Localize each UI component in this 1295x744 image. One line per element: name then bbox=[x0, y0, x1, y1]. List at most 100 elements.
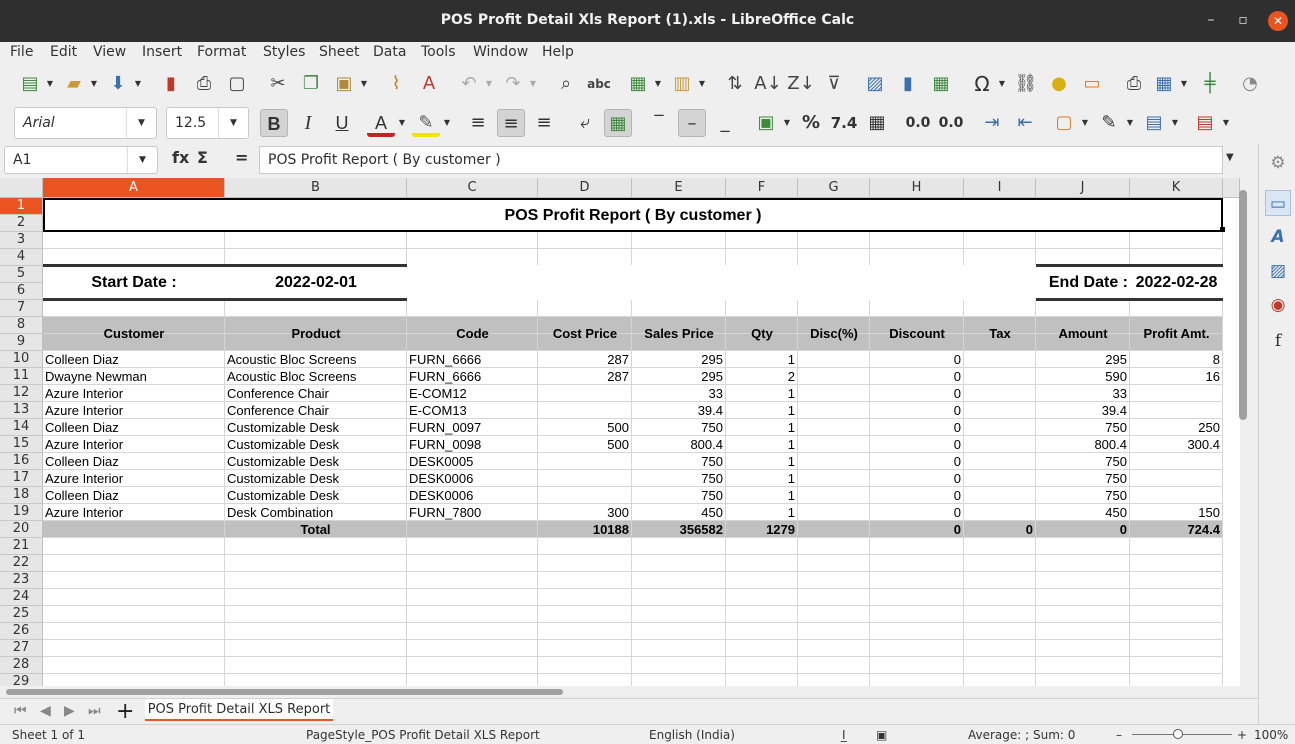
table-cell[interactable]: Conference Chair bbox=[225, 385, 406, 402]
functions-icon[interactable]: f bbox=[1265, 328, 1291, 354]
table-cell[interactable] bbox=[538, 402, 631, 419]
menu-styles[interactable]: Styles bbox=[263, 44, 305, 60]
table-cell[interactable]: 295 bbox=[632, 351, 725, 368]
table-cell[interactable]: FURN_7800 bbox=[407, 504, 537, 521]
first-sheet-icon[interactable]: ⏮ bbox=[14, 703, 27, 719]
total-cell[interactable] bbox=[407, 521, 537, 538]
row-header-21[interactable]: 21 bbox=[0, 538, 43, 555]
table-cell[interactable]: 450 bbox=[632, 504, 725, 521]
font-name-box[interactable]: Arial ▼ bbox=[14, 107, 157, 139]
table-cell[interactable] bbox=[1130, 453, 1222, 470]
row-header-18[interactable]: 18 bbox=[0, 487, 43, 504]
row-header-7[interactable]: 7 bbox=[0, 300, 43, 317]
total-cell[interactable]: 356582 bbox=[632, 521, 725, 538]
table-cell[interactable]: 39.4 bbox=[1036, 402, 1129, 419]
table-cell[interactable]: Azure Interior bbox=[43, 402, 224, 419]
table-cell[interactable] bbox=[798, 351, 869, 368]
column-header-d[interactable]: D bbox=[538, 178, 632, 198]
wrap-text-icon[interactable]: ⤶ bbox=[571, 109, 599, 137]
table-cell[interactable] bbox=[1130, 470, 1222, 487]
table-cell[interactable]: 1 bbox=[726, 487, 797, 504]
menu-format[interactable]: Format bbox=[197, 44, 246, 60]
table-cell[interactable]: Acoustic Bloc Screens bbox=[225, 351, 406, 368]
table-cell[interactable]: Colleen Diaz bbox=[43, 487, 224, 504]
table-cell[interactable]: 287 bbox=[538, 368, 631, 385]
clone-formatting-icon[interactable]: ⌇ bbox=[382, 70, 410, 98]
sum-icon[interactable]: Σ bbox=[197, 148, 208, 167]
table-cell[interactable] bbox=[538, 453, 631, 470]
headers-footers-icon[interactable]: ▭ bbox=[1078, 70, 1106, 98]
table-cell[interactable]: 16 bbox=[1130, 368, 1222, 385]
menu-data[interactable]: Data bbox=[373, 44, 406, 60]
chevron-down-icon[interactable]: ▼ bbox=[1080, 109, 1090, 137]
border-style-icon[interactable]: ✎ bbox=[1095, 109, 1123, 137]
table-cell[interactable] bbox=[964, 351, 1035, 368]
formula-input[interactable]: POS Profit Report ( By customer ) bbox=[259, 146, 1223, 174]
column-header-k[interactable]: K bbox=[1130, 178, 1223, 198]
row-icon[interactable]: ▦ bbox=[624, 70, 652, 98]
table-cell[interactable] bbox=[798, 436, 869, 453]
table-cell[interactable] bbox=[1130, 385, 1222, 402]
gallery-icon[interactable]: ▨ bbox=[1265, 258, 1291, 284]
clear-formatting-icon[interactable]: A bbox=[415, 70, 443, 98]
table-cell[interactable] bbox=[798, 368, 869, 385]
bold-icon[interactable]: B bbox=[260, 109, 288, 137]
name-box[interactable]: A1 ▼ bbox=[4, 146, 158, 174]
table-cell[interactable]: 750 bbox=[1036, 487, 1129, 504]
sheet-tab[interactable]: POS Profit Detail XLS Report bbox=[145, 699, 333, 721]
table-cell[interactable] bbox=[538, 470, 631, 487]
menu-tools[interactable]: Tools bbox=[421, 44, 456, 60]
date-format-icon[interactable]: ▦ bbox=[863, 109, 891, 137]
sort-ascending-icon[interactable]: A↓ bbox=[754, 70, 782, 98]
column-header-g[interactable]: G bbox=[798, 178, 870, 198]
last-sheet-icon[interactable]: ⏭ bbox=[88, 703, 101, 719]
align-middle-icon[interactable]: – bbox=[678, 109, 706, 137]
table-cell[interactable]: Colleen Diaz bbox=[43, 419, 224, 436]
chevron-down-icon[interactable]: ▼ bbox=[782, 109, 792, 137]
insert-chart-icon[interactable]: ▮ bbox=[894, 70, 922, 98]
chevron-down-icon[interactable]: ▼ bbox=[528, 70, 538, 98]
horizontal-scroll-thumb[interactable] bbox=[6, 689, 563, 695]
chevron-down-icon[interactable]: ▼ bbox=[697, 70, 707, 98]
number-format-icon[interactable]: 7.4 bbox=[830, 109, 858, 137]
table-cell[interactable]: 295 bbox=[1036, 351, 1129, 368]
row-header-5[interactable]: 5 bbox=[0, 266, 43, 283]
table-cell[interactable]: 0 bbox=[870, 385, 963, 402]
chevron-down-icon[interactable]: ▼ bbox=[653, 70, 663, 98]
table-cell[interactable] bbox=[964, 436, 1035, 453]
table-cell[interactable]: 500 bbox=[538, 419, 631, 436]
row-header-11[interactable]: 11 bbox=[0, 368, 43, 385]
chevron-down-icon[interactable]: ▼ bbox=[127, 147, 157, 173]
table-cell[interactable]: 0 bbox=[870, 487, 963, 504]
insert-mode-icon[interactable]: I̲ bbox=[842, 728, 846, 742]
spreadsheet-grid[interactable]: A B C D E F G H I J K 1 2 3 4 5 6 7 8 9 10 11 12 13 14 15 16 17 18 19… bbox=[0, 178, 1240, 686]
column-header-i[interactable]: I bbox=[964, 178, 1036, 198]
table-cell[interactable]: 750 bbox=[632, 470, 725, 487]
copy-icon[interactable]: ❐ bbox=[297, 70, 325, 98]
table-cell[interactable]: 1 bbox=[726, 436, 797, 453]
table-cell[interactable]: Azure Interior bbox=[43, 385, 224, 402]
table-cell[interactable]: FURN_0098 bbox=[407, 436, 537, 453]
add-decimal-icon[interactable]: 0.0 bbox=[904, 109, 932, 137]
chevron-down-icon[interactable]: ▼ bbox=[1125, 109, 1135, 137]
row-header-24[interactable]: 24 bbox=[0, 589, 43, 606]
select-all-corner[interactable] bbox=[0, 178, 43, 198]
menu-insert[interactable]: Insert bbox=[142, 44, 182, 60]
table-cell[interactable]: 0 bbox=[870, 504, 963, 521]
row-header-23[interactable]: 23 bbox=[0, 572, 43, 589]
table-cell[interactable]: Colleen Diaz bbox=[43, 351, 224, 368]
table-cell[interactable]: 300.4 bbox=[1130, 436, 1222, 453]
increase-indent-icon[interactable]: ⇥ bbox=[978, 109, 1006, 137]
next-sheet-icon[interactable]: ▶ bbox=[64, 703, 75, 719]
chevron-down-icon[interactable]: ▼ bbox=[133, 70, 143, 98]
table-cell[interactable] bbox=[964, 419, 1035, 436]
table-cell[interactable]: 33 bbox=[1036, 385, 1129, 402]
language[interactable]: English (India) bbox=[649, 728, 735, 742]
row-header-2[interactable]: 2 bbox=[0, 215, 43, 232]
define-print-area-icon[interactable]: ⎙ bbox=[1120, 70, 1148, 98]
borders-icon[interactable]: ▢ bbox=[1050, 109, 1078, 137]
table-cell[interactable]: 150 bbox=[1130, 504, 1222, 521]
underline-icon[interactable]: U bbox=[328, 109, 356, 137]
table-cell[interactable] bbox=[964, 487, 1035, 504]
total-cell[interactable]: 724.4 bbox=[1130, 521, 1222, 538]
